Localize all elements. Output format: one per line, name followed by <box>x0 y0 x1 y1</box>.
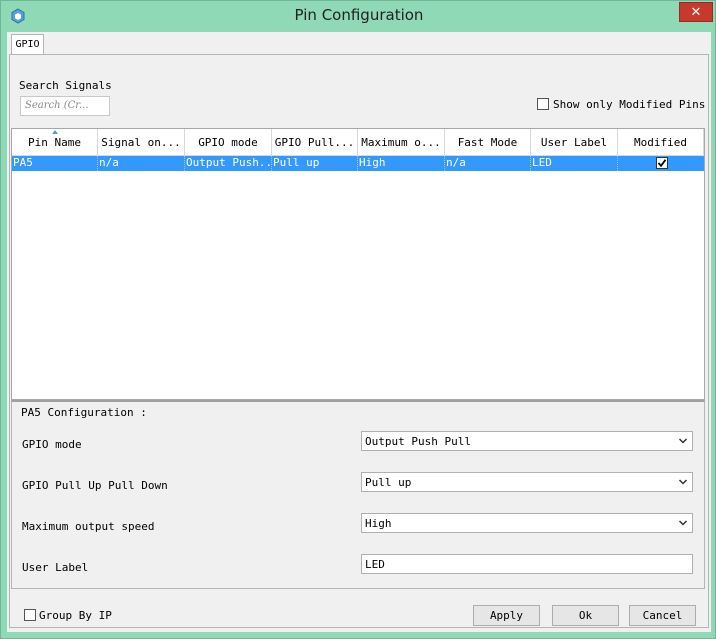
user-label-input[interactable]: LED <box>361 554 693 574</box>
max-speed-value: High <box>365 517 392 530</box>
search-input[interactable]: Search (Cr... <box>20 96 110 116</box>
search-signals-label: Search Signals <box>19 79 112 92</box>
close-button[interactable]: ✕ <box>679 2 713 22</box>
config-group-title: PA5 Configuration : <box>21 406 147 419</box>
column-header-gpio-pull[interactable]: GPIO Pull... <box>272 129 358 155</box>
sort-ascending-icon <box>52 130 58 134</box>
table-header: Pin Name Signal on... GPIO mode GPIO Pul… <box>12 129 704 156</box>
pin-table: Pin Name Signal on... GPIO mode GPIO Pul… <box>11 128 705 400</box>
gpio-mode-select[interactable]: Output Push Pull <box>361 431 693 451</box>
cell-gpio-mode: Output Push... <box>186 156 272 171</box>
user-label-label: User Label <box>22 561 89 574</box>
gpio-pull-select[interactable]: Pull up <box>361 472 693 492</box>
column-header-gpio-mode[interactable]: GPIO mode <box>185 129 272 155</box>
tab-gpio[interactable]: GPIO <box>11 34 44 55</box>
user-label-value: LED <box>365 558 385 571</box>
checkmark-icon <box>657 159 667 168</box>
chevron-down-icon <box>678 438 688 444</box>
chevron-down-icon <box>678 479 688 485</box>
show-modified-checkbox[interactable] <box>537 98 549 110</box>
gpio-mode-label: GPIO mode <box>22 438 82 451</box>
column-header-max-speed[interactable]: Maximum o... <box>358 129 445 155</box>
pin-configuration-window: Pin Configuration ✕ GPIO Search Signals … <box>0 0 716 639</box>
cell-pin-name: PA5 <box>12 156 98 171</box>
group-by-ip-label: Group By IP <box>39 609 112 622</box>
column-header-pin-name[interactable]: Pin Name <box>12 129 98 155</box>
column-header-label: Pin Name <box>28 136 81 149</box>
table-row[interactable]: PA5 n/a Output Push... Pull up High n/a … <box>12 156 704 171</box>
apply-button[interactable]: Apply <box>473 605 540 626</box>
column-header-fast-mode[interactable]: Fast Mode <box>445 129 531 155</box>
gpio-mode-value: Output Push Pull <box>365 435 471 448</box>
cell-fast-mode: n/a <box>445 156 531 171</box>
column-header-modified[interactable]: Modified <box>618 129 704 155</box>
ok-button[interactable]: Ok <box>552 605 619 626</box>
modified-checkbox[interactable] <box>656 157 668 169</box>
column-header-user-label[interactable]: User Label <box>531 129 618 155</box>
cell-max-speed: High <box>358 156 445 171</box>
max-speed-select[interactable]: High <box>361 513 693 533</box>
cell-signal: n/a <box>98 156 185 171</box>
group-by-ip-checkbox[interactable] <box>24 609 36 621</box>
gpio-pull-value: Pull up <box>365 476 412 489</box>
max-speed-label: Maximum output speed <box>22 520 155 533</box>
dialog-client-area: GPIO Search Signals Search (Cr... Show o… <box>7 32 711 632</box>
column-header-signal[interactable]: Signal on... <box>98 129 185 155</box>
title-bar[interactable]: Pin Configuration ✕ <box>1 1 716 31</box>
window-title: Pin Configuration <box>294 6 424 24</box>
chevron-down-icon <box>678 520 688 526</box>
gpio-pull-label: GPIO Pull Up Pull Down <box>22 479 168 492</box>
pin-configuration-group: PA5 Configuration : GPIO mode Output Pus… <box>11 400 705 589</box>
cell-user-label: LED <box>531 156 618 171</box>
cancel-button[interactable]: Cancel <box>629 605 696 626</box>
cell-gpio-pull: Pull up <box>272 156 358 171</box>
show-modified-label: Show only Modified Pins <box>553 98 706 111</box>
